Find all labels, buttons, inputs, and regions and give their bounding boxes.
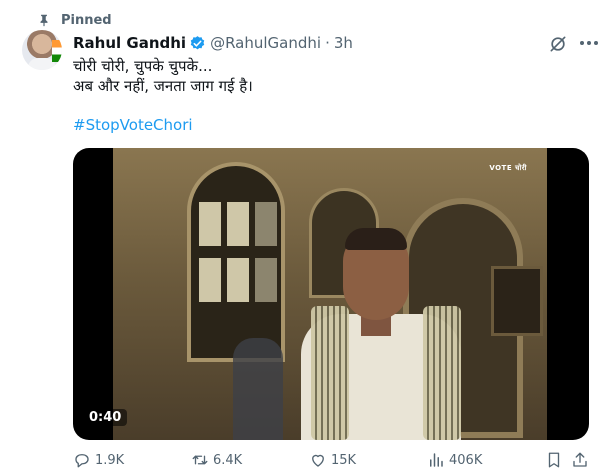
more-icon[interactable] (580, 41, 600, 47)
background-person (233, 338, 283, 440)
separator-dot: · (325, 34, 330, 52)
tweet-actions: 1.9K 6.4K 15K 406K (73, 450, 589, 470)
pin-icon (37, 13, 51, 27)
verified-badge-icon (189, 35, 206, 52)
video-watermark: VOTE चोरी (489, 164, 527, 172)
hashtag-link[interactable]: #StopVoteChori (73, 116, 193, 134)
like-button[interactable]: 15K (309, 450, 356, 470)
pinned-indicator: Pinned (37, 11, 112, 29)
timestamp[interactable]: 3h (334, 34, 353, 52)
video-duration: 0:40 (83, 409, 128, 426)
retweet-count: 6.4K (213, 452, 243, 468)
share-icon (573, 452, 587, 467)
tweet-header: Rahul Gandhi @RahulGandhi · 3h (73, 33, 353, 53)
reply-icon (75, 454, 89, 468)
author-handle[interactable]: @RahulGandhi (210, 34, 321, 52)
video-thumbnail[interactable]: VOTE चोरी (113, 148, 547, 440)
window-arch (187, 162, 285, 362)
reply-count: 1.9K (95, 452, 125, 468)
notice-board (491, 266, 543, 336)
grok-icon[interactable] (548, 34, 568, 54)
author-name[interactable]: Rahul Gandhi (73, 34, 186, 52)
bookmark-icon (548, 452, 560, 468)
views-icon (430, 453, 443, 467)
towel-right (423, 306, 461, 440)
views-button[interactable]: 406K (427, 450, 482, 470)
video-player[interactable]: VOTE चोरी 0:40 (73, 148, 589, 440)
views-count: 406K (449, 452, 483, 468)
tweet-text: चोरी चोरी, चुपके चुपके... अब और नहीं, जन… (73, 56, 253, 96)
towel-left (311, 306, 349, 440)
bookmark-button[interactable] (545, 450, 567, 470)
pinned-label: Pinned (61, 12, 112, 28)
like-count: 15K (331, 452, 357, 468)
tweet-text-line-1: चोरी चोरी, चुपके चुपके... (73, 57, 213, 75)
reply-button[interactable]: 1.9K (73, 450, 124, 470)
retweet-button[interactable]: 6.4K (191, 450, 242, 470)
tweet-text-line-2: अब और नहीं, जनता जाग गई है। (73, 77, 253, 95)
share-button[interactable] (571, 450, 593, 470)
avatar[interactable] (22, 30, 62, 70)
man-hair (345, 228, 407, 250)
retweet-icon (192, 455, 208, 465)
like-icon (312, 454, 324, 467)
